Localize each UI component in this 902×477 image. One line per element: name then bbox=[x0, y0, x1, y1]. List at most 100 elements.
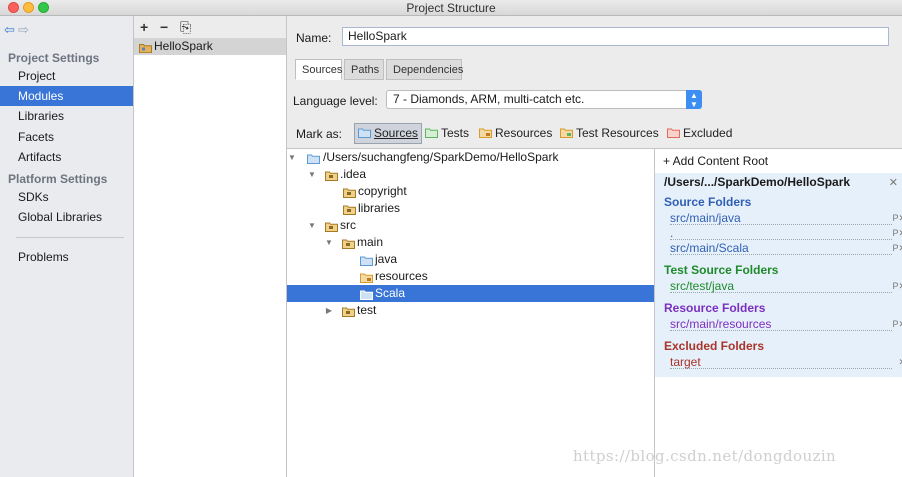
tree-row-resources[interactable]: resources bbox=[287, 268, 654, 285]
tree-row-label: main bbox=[357, 235, 384, 249]
folder-path: src/main/resources bbox=[670, 317, 772, 331]
remove-content-root-icon[interactable]: ✕ bbox=[889, 176, 898, 189]
source-folders-title: Source Folders bbox=[664, 195, 752, 209]
forward-arrow-icon[interactable]: ⇨ bbox=[18, 22, 32, 38]
mark-as-tests-button[interactable]: Tests bbox=[421, 123, 473, 144]
source-folder-entry: . P✕ bbox=[670, 226, 902, 240]
excluded-label: Excluded bbox=[683, 126, 733, 140]
tree-row-libraries[interactable]: libraries bbox=[287, 200, 654, 217]
tree-row-java[interactable]: java bbox=[287, 251, 654, 268]
settings-sidebar: ⇦ ⇨ Project Settings Project Modules Libr… bbox=[0, 16, 134, 477]
name-label: Name: bbox=[296, 31, 332, 45]
tab-dependencies[interactable]: Dependencies bbox=[386, 59, 463, 80]
mark-as-label: Mark as: bbox=[296, 127, 343, 141]
collapse-triangle-icon[interactable]: ▼ bbox=[307, 217, 317, 234]
resources-folder-icon bbox=[479, 128, 492, 138]
edit-remove-folder-icon[interactable]: P✕ bbox=[892, 211, 902, 225]
project-settings-header: Project Settings bbox=[8, 51, 100, 65]
tree-row-root[interactable]: ▼ /Users/suchangfeng/SparkDemo/HelloSpar… bbox=[287, 149, 654, 166]
tree-row-label: java bbox=[375, 252, 398, 266]
edit-remove-folder-icon[interactable]: P✕ bbox=[892, 279, 902, 293]
tree-row-label: src bbox=[340, 218, 356, 232]
module-list-panel: + − ⎘ HelloSpark bbox=[134, 16, 287, 477]
language-level-value: 7 - Diamonds, ARM, multi-catch etc. bbox=[393, 92, 585, 106]
test-resources-label: Test Resources bbox=[576, 126, 659, 140]
sidebar-item-facets[interactable]: Facets bbox=[0, 127, 133, 147]
expand-triangle-icon[interactable]: ▶ bbox=[324, 302, 334, 319]
folder-path: src/main/Scala bbox=[670, 241, 749, 255]
excluded-folder-entry: target ✕ bbox=[670, 355, 902, 369]
module-toolbar: + − ⎘ bbox=[134, 16, 286, 38]
back-arrow-icon[interactable]: ⇦ bbox=[4, 22, 18, 38]
remove-folder-icon[interactable]: ✕ bbox=[898, 355, 902, 369]
sidebar-item-global-libraries[interactable]: Global Libraries bbox=[0, 207, 133, 227]
content-root-panel: + Add Content Root /Users/.../SparkDemo/… bbox=[655, 148, 902, 477]
tree-row-src[interactable]: ▼ src bbox=[287, 217, 654, 234]
language-level-select[interactable]: 7 - Diamonds, ARM, multi-catch etc. ▲ ▼ bbox=[386, 90, 702, 109]
sidebar-item-problems[interactable]: Problems bbox=[0, 247, 133, 267]
tree-row-main[interactable]: ▼ main bbox=[287, 234, 654, 251]
folder-path: target bbox=[670, 355, 701, 369]
sidebar-item-project[interactable]: Project bbox=[0, 66, 133, 86]
test-source-folder-entry: src/test/java P✕ bbox=[670, 279, 902, 293]
tree-row-label: resources bbox=[375, 269, 428, 283]
tree-row-copyright[interactable]: copyright bbox=[287, 183, 654, 200]
tree-row-label: Scala bbox=[375, 286, 406, 300]
tree-row-label: test bbox=[357, 303, 377, 317]
tree-row-test[interactable]: ▶ test bbox=[287, 302, 654, 319]
tests-folder-icon bbox=[425, 128, 438, 138]
excluded-folders-title: Excluded Folders bbox=[664, 339, 765, 353]
collapse-triangle-icon[interactable]: ▼ bbox=[307, 166, 317, 183]
source-folder-entry: src/main/Scala P✕ bbox=[670, 241, 902, 255]
tab-paths[interactable]: Paths bbox=[344, 59, 384, 80]
sidebar-divider bbox=[16, 237, 124, 238]
sidebar-item-modules[interactable]: Modules bbox=[0, 86, 133, 106]
module-name-input[interactable]: HelloSpark bbox=[342, 27, 889, 46]
edit-remove-folder-icon[interactable]: P✕ bbox=[892, 226, 902, 240]
tree-row-scala[interactable]: Scala bbox=[287, 285, 654, 302]
project-structure-window: Project Structure ⇦ ⇨ Project Settings Pr… bbox=[0, 0, 902, 477]
tree-row-label: /Users/suchangfeng/SparkDemo/HelloSpark bbox=[323, 150, 559, 164]
add-module-button[interactable]: + bbox=[140, 19, 148, 35]
module-folder-icon bbox=[139, 41, 152, 58]
tests-label: Tests bbox=[441, 126, 470, 140]
tree-row-label: copyright bbox=[358, 184, 407, 198]
tree-row-label: .idea bbox=[340, 167, 367, 181]
remove-module-button[interactable]: − bbox=[160, 19, 168, 35]
collapse-triangle-icon[interactable]: ▼ bbox=[324, 234, 334, 251]
excluded-folder-icon bbox=[667, 128, 680, 138]
mark-as-sources-button[interactable]: Sources bbox=[354, 123, 423, 144]
resources-label: Resources bbox=[495, 126, 553, 140]
module-editor: Name: HelloSpark Sources Paths Dependenc… bbox=[287, 16, 902, 477]
folder-path: . bbox=[670, 226, 674, 240]
test-resources-folder-icon bbox=[560, 128, 573, 138]
resource-folder-entry: src/main/resources P✕ bbox=[670, 317, 902, 331]
nav-arrows: ⇦ ⇨ bbox=[4, 22, 32, 38]
source-folder-entry: src/main/java P✕ bbox=[670, 211, 902, 225]
test-source-folders-title: Test Source Folders bbox=[664, 263, 779, 277]
sidebar-item-artifacts[interactable]: Artifacts bbox=[0, 147, 133, 167]
collapse-triangle-icon[interactable]: ▼ bbox=[287, 149, 297, 166]
sources-label: Sources bbox=[374, 126, 419, 140]
sidebar-item-libraries[interactable]: Libraries bbox=[0, 106, 133, 126]
edit-remove-folder-icon[interactable]: P✕ bbox=[892, 241, 902, 255]
folder-path: src/main/java bbox=[670, 211, 741, 225]
platform-settings-header: Platform Settings bbox=[8, 172, 108, 186]
select-arrows-icon[interactable]: ▲ ▼ bbox=[686, 90, 702, 109]
copy-module-button[interactable]: ⎘ bbox=[180, 19, 191, 36]
folder-icon bbox=[342, 305, 355, 322]
add-content-root-button[interactable]: + Add Content Root bbox=[655, 149, 902, 173]
module-item-hellospark[interactable]: HelloSpark bbox=[134, 38, 286, 55]
edit-remove-folder-icon[interactable]: P✕ bbox=[892, 317, 902, 331]
mark-as-test-resources-button[interactable]: Test Resources bbox=[556, 123, 663, 144]
mark-as-excluded-button[interactable]: Excluded bbox=[663, 123, 736, 144]
tree-row-idea[interactable]: ▼ .idea bbox=[287, 166, 654, 183]
mark-as-resources-button[interactable]: Resources bbox=[475, 123, 556, 144]
module-item-label: HelloSpark bbox=[154, 39, 213, 53]
tree-row-label: libraries bbox=[358, 201, 401, 215]
resource-folders-title: Resource Folders bbox=[664, 301, 766, 315]
tab-sources[interactable]: Sources bbox=[295, 59, 342, 80]
directory-tree: ▼ /Users/suchangfeng/SparkDemo/HelloSpar… bbox=[287, 148, 655, 477]
sidebar-item-sdks[interactable]: SDKs bbox=[0, 187, 133, 207]
content-root-details: /Users/.../SparkDemo/HelloSpark ✕ Source… bbox=[655, 173, 902, 377]
